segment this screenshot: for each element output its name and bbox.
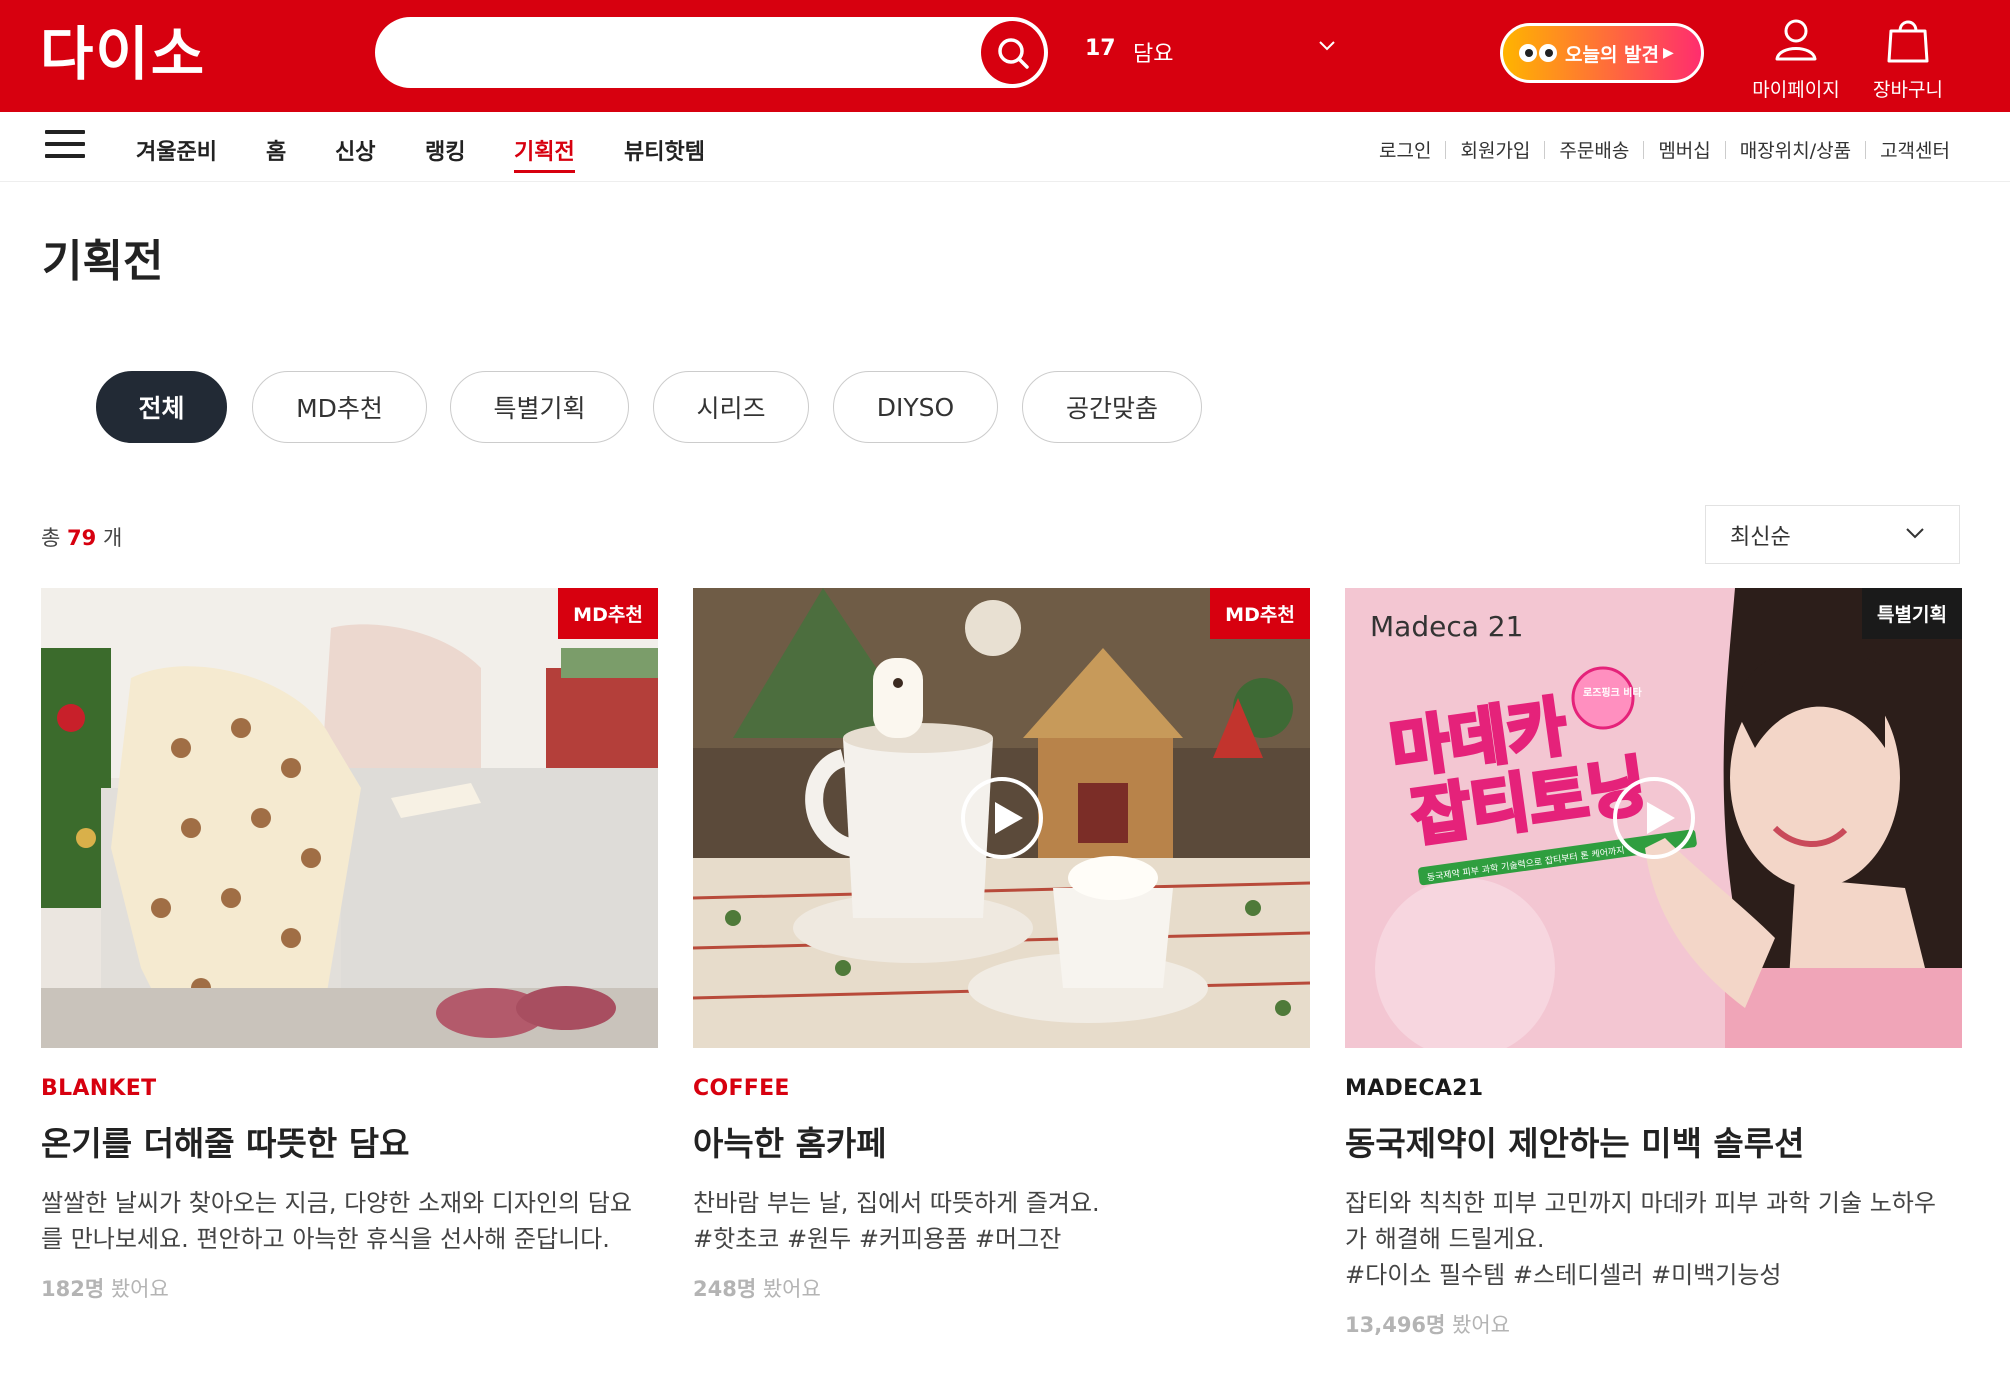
- card-thumbnail[interactable]: MD추천: [693, 588, 1310, 1048]
- nav-item-exhibition[interactable]: 기획전: [514, 134, 575, 173]
- cart-button[interactable]: 장바구니: [1858, 15, 1958, 102]
- top-header: 다이소 17 담요 오늘의 발견 ▶ 마이페이지 장바구니: [0, 0, 2010, 112]
- nav-item-beauty[interactable]: 뷰티핫템: [624, 134, 705, 166]
- arrow-right-icon: ▶: [1663, 45, 1674, 61]
- count-suffix: 개: [102, 526, 123, 550]
- order-delivery-link[interactable]: 주문배송: [1559, 136, 1629, 163]
- search-button[interactable]: [981, 21, 1044, 84]
- nav-item-new[interactable]: 신상: [335, 134, 375, 166]
- blanket-photo: [41, 588, 658, 1048]
- banner-brand: Madeca 21: [1370, 610, 1523, 643]
- card-description-line: 찬바람 부는 날, 집에서 따뜻하게 즐겨요.: [693, 1189, 1100, 1217]
- view-count: 13,496명: [1345, 1313, 1446, 1337]
- filter-chip-special[interactable]: 특별기획: [450, 371, 629, 443]
- view-count: 248명: [693, 1277, 757, 1301]
- card-description-line: 잡티와 칙칙한 피부 고민까지 마데카 피부 과학 기술 노하우: [1345, 1189, 1936, 1217]
- shopping-bag-icon: [1887, 20, 1929, 63]
- divider: [1445, 140, 1447, 159]
- card-title[interactable]: 아늑한 홈카페: [693, 1117, 1310, 1165]
- card-title[interactable]: 온기를 더해줄 따뜻한 담요: [41, 1117, 658, 1165]
- trending-keyword[interactable]: 담요: [1133, 36, 1173, 68]
- card-category: COFFEE: [693, 1076, 790, 1101]
- play-icon[interactable]: [1613, 777, 1695, 859]
- user-icon: [1775, 19, 1817, 61]
- filter-chip-diyso[interactable]: DIYSO: [833, 371, 998, 443]
- card-category: BLANKET: [41, 1076, 157, 1101]
- divider: [1724, 140, 1726, 159]
- nav-item-ranking[interactable]: 랭킹: [425, 134, 465, 166]
- utility-links: 로그인 회원가입 주문배송 멤버십 매장위치/상품 고객센터: [1379, 136, 1950, 163]
- exhibition-card[interactable]: MD추천 COFFEE 아늑한 홈카페 찬바람 부는 날, 집에서 따뜻하게 즐…: [693, 588, 1310, 1303]
- page-title: 기획전: [42, 236, 164, 287]
- sort-label: 최신순: [1730, 524, 1791, 550]
- card-badge: 특별기획: [1862, 588, 1962, 639]
- cart-label: 장바구니: [1873, 79, 1943, 101]
- nav-item-winter[interactable]: 겨울준비: [136, 134, 217, 166]
- daiso-logo[interactable]: 다이소: [40, 24, 206, 84]
- filter-chip-space[interactable]: 공간맞춤: [1022, 371, 1202, 443]
- count-number: 79: [67, 526, 97, 550]
- result-count: 총 79 개: [41, 522, 122, 552]
- card-thumbnail[interactable]: MD추천: [41, 588, 658, 1048]
- store-locator-link[interactable]: 매장위치/상품: [1740, 136, 1851, 163]
- divider: [1544, 140, 1546, 159]
- banner-sticker: 로즈핑크 비타: [1583, 686, 1642, 699]
- search-icon: [997, 37, 1029, 69]
- card-description-line: #핫초코 #원두 #커피용품 #머그잔: [693, 1225, 1062, 1253]
- view-suffix: 봤어요: [762, 1277, 821, 1301]
- customer-center-link[interactable]: 고객센터: [1880, 136, 1950, 163]
- divider: [1865, 140, 1867, 159]
- exhibition-card[interactable]: Madeca 21 마데카 잡티토닝 동국제약 피부 과학 기술력으로 잡티부터…: [1345, 588, 1962, 1339]
- active-tab-indicator: [514, 170, 575, 173]
- nav-item-exhibition-label: 기획전: [514, 140, 575, 165]
- divider: [1643, 140, 1645, 159]
- card-thumbnail[interactable]: Madeca 21 마데카 잡티토닝 동국제약 피부 과학 기술력으로 잡티부터…: [1345, 588, 1962, 1048]
- sort-select[interactable]: 최신순: [1705, 505, 1960, 564]
- view-suffix: 봤어요: [110, 1277, 169, 1301]
- card-description: 쌀쌀한 날씨가 찾아오는 지금, 다양한 소재와 디자인의 담요 를 만나보세요…: [41, 1185, 658, 1257]
- main-nav: 겨울준비 홈 신상 랭킹 기획전 뷰티핫템 로그인 회원가입 주문배송 멤버십 …: [0, 112, 2010, 182]
- card-description-line: 가 해결해 드릴게요.: [1345, 1225, 1545, 1253]
- play-icon[interactable]: [961, 777, 1043, 859]
- signup-link[interactable]: 회원가입: [1460, 136, 1530, 163]
- filter-chip-series[interactable]: 시리즈: [653, 371, 809, 443]
- eyes-icon: [1519, 44, 1557, 62]
- card-views: 182명 봤어요: [41, 1273, 658, 1303]
- chevron-down-icon: [1906, 528, 1924, 539]
- card-description: 찬바람 부는 날, 집에서 따뜻하게 즐겨요. #핫초코 #원두 #커피용품 #…: [693, 1185, 1310, 1257]
- nav-item-home[interactable]: 홈: [266, 134, 286, 166]
- search-bar[interactable]: [375, 17, 1048, 88]
- card-description-line: 쌀쌀한 날씨가 찾아오는 지금, 다양한 소재와 디자인의 담요: [41, 1189, 632, 1217]
- filter-chip-all[interactable]: 전체: [96, 371, 227, 443]
- card-title[interactable]: 동국제약이 제안하는 미백 솔루션: [1345, 1117, 1962, 1165]
- mypage-button[interactable]: 마이페이지: [1746, 15, 1846, 102]
- view-count: 182명: [41, 1277, 105, 1301]
- menu-icon[interactable]: [45, 130, 85, 160]
- chevron-down-icon[interactable]: [1318, 40, 1336, 52]
- discover-button[interactable]: 오늘의 발견 ▶: [1500, 23, 1704, 83]
- filter-chip-md[interactable]: MD추천: [252, 371, 427, 443]
- card-description-line: #다이소 필수템 #스테디셀러 #미백기능성: [1345, 1261, 1782, 1289]
- card-views: 248명 봤어요: [693, 1273, 1310, 1303]
- count-prefix: 총: [41, 526, 61, 550]
- card-badge: MD추천: [1210, 588, 1310, 639]
- login-link[interactable]: 로그인: [1379, 136, 1431, 163]
- card-badge: MD추천: [558, 588, 658, 639]
- exhibition-card[interactable]: MD추천 BLANKET 온기를 더해줄 따뜻한 담요 쌀쌀한 날씨가 찾아오는…: [41, 588, 658, 1303]
- card-description-line: 를 만나보세요. 편안하고 아늑한 휴식을 선사해 준답니다.: [41, 1225, 610, 1253]
- card-description: 잡티와 칙칙한 피부 고민까지 마데카 피부 과학 기술 노하우 가 해결해 드…: [1345, 1185, 1962, 1293]
- mypage-label: 마이페이지: [1752, 79, 1840, 101]
- trending-rank[interactable]: 17: [1085, 36, 1116, 61]
- discover-label: 오늘의 발견: [1565, 43, 1660, 66]
- view-suffix: 봤어요: [1452, 1313, 1511, 1337]
- card-views: 13,496명 봤어요: [1345, 1309, 1962, 1339]
- membership-link[interactable]: 멤버십: [1658, 136, 1710, 163]
- card-category: MADECA21: [1345, 1076, 1484, 1101]
